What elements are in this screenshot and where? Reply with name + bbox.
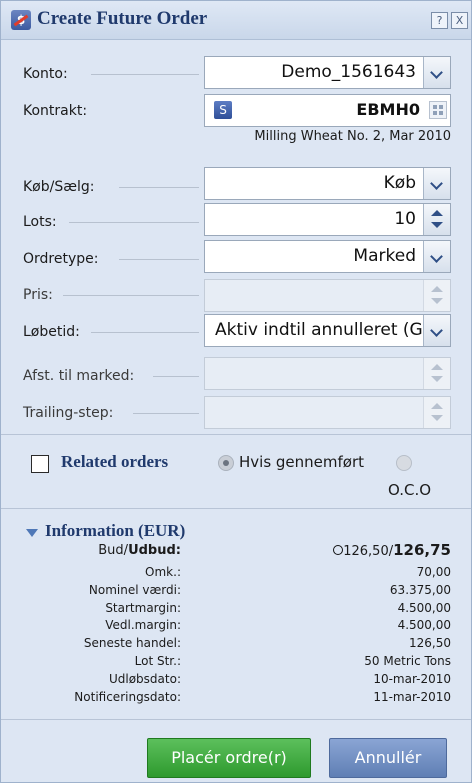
leader-line — [91, 74, 199, 75]
kontrakt-field[interactable]: S EBMH0 — [204, 94, 451, 127]
konto-label: Konto: — [23, 66, 68, 82]
leader-line — [119, 187, 199, 188]
afst-til-marked-spinner — [423, 358, 450, 389]
window-title: Create Future Order — [37, 8, 208, 29]
kontrakt-label: Kontrakt: — [23, 103, 88, 119]
info-label: Nominel værdi: — [88, 583, 181, 597]
kob-saelg-value: Køb — [383, 173, 416, 193]
cancel-button[interactable]: Annullér — [329, 738, 447, 778]
pris-label: Pris: — [23, 287, 53, 303]
ordretype-value: Marked — [353, 246, 416, 266]
clock-icon — [333, 545, 344, 555]
leader-line — [91, 332, 199, 333]
info-value: 70,00 — [416, 565, 451, 579]
contract-type-badge: S — [214, 101, 232, 119]
leader-line — [69, 222, 199, 223]
section-divider — [1, 719, 471, 720]
info-value: 4.500,00 — [397, 601, 451, 615]
oco-label[interactable]: O.C.O — [388, 481, 431, 499]
title-bar[interactable]: $ Create Future Order ? X — [1, 1, 471, 40]
create-future-order-window: $ Create Future Order ? X Konto: Demo_15… — [0, 0, 472, 783]
trailing-step-spinner — [423, 397, 450, 428]
info-label: Lot Str.: — [134, 654, 181, 668]
pris-spinner — [423, 280, 450, 311]
ask-value: 126,75 — [393, 541, 451, 559]
related-orders-label[interactable]: Related orders — [61, 452, 168, 472]
trailing-step-label: Trailing-step: — [23, 405, 114, 421]
chevron-down-icon[interactable] — [423, 315, 450, 346]
lots-spinner[interactable] — [423, 204, 450, 235]
section-divider — [1, 508, 471, 509]
leader-line — [133, 413, 199, 414]
lots-label: Lots: — [23, 214, 57, 230]
info-value: 126,50 — [409, 636, 451, 650]
close-button[interactable]: X — [451, 12, 468, 29]
ordretype-select[interactable]: Marked — [204, 240, 451, 273]
trailing-step-stepper — [204, 396, 451, 429]
info-label: Omk.: — [145, 565, 181, 579]
chevron-down-icon[interactable] — [423, 168, 450, 199]
bid-label: Bud/ — [98, 543, 129, 558]
information-title[interactable]: Information (EUR) — [45, 521, 185, 541]
afst-til-marked-stepper — [204, 357, 451, 390]
info-label: Startmargin: — [105, 601, 181, 615]
contract-symbol: EBMH0 — [356, 100, 420, 119]
info-value: 63.375,00 — [389, 583, 451, 597]
info-value: 10-mar-2010 — [373, 672, 451, 686]
pris-stepper — [204, 279, 451, 312]
bid-value: 126,50/ — [343, 544, 394, 559]
collapse-arrow-icon[interactable] — [26, 529, 38, 537]
bid-ask-label: Bud/Udbud: — [98, 543, 181, 558]
info-label: Notificeringsdato: — [74, 690, 181, 704]
contract-description: Milling Wheat No. 2, Mar 2010 — [254, 129, 451, 144]
lots-value: 10 — [394, 209, 416, 229]
section-divider — [1, 434, 471, 435]
info-label: Seneste handel: — [83, 636, 181, 650]
contract-lookup-icon[interactable] — [429, 101, 447, 119]
lobetid-label: Løbetid: — [23, 324, 80, 340]
order-icon: $ — [11, 10, 31, 30]
kob-saelg-label: Køb/Sælg: — [23, 179, 95, 195]
help-button[interactable]: ? — [431, 12, 448, 29]
oco-radio[interactable] — [396, 455, 412, 471]
leader-line — [63, 295, 199, 296]
bid-ask-value: 126,50/126,75 — [333, 541, 451, 559]
info-value: 50 Metric Tons — [364, 654, 451, 668]
leader-line — [119, 259, 199, 260]
konto-value: Demo_1561643 — [281, 62, 416, 82]
lobetid-select[interactable]: Aktiv indtil annulleret (G — [204, 314, 451, 347]
related-orders-checkbox[interactable] — [31, 455, 49, 473]
afst-til-marked-label: Afst. til marked: — [23, 368, 135, 384]
lots-stepper[interactable]: 10 — [204, 203, 451, 236]
lobetid-value: Aktiv indtil annulleret (G — [215, 320, 423, 340]
kob-saelg-select[interactable]: Køb — [204, 167, 451, 200]
info-label: Udløbsdato: — [108, 672, 181, 686]
info-value: 11-mar-2010 — [373, 690, 451, 704]
ordretype-label: Ordretype: — [23, 251, 99, 267]
leader-line — [153, 376, 199, 377]
place-order-button[interactable]: Placér ordre(r) — [147, 738, 311, 778]
info-label: Vedl.margin: — [105, 618, 181, 632]
konto-select[interactable]: Demo_1561643 — [204, 56, 451, 89]
hvis-gennemfort-label[interactable]: Hvis gennemført — [239, 453, 364, 471]
info-value: 4.500,00 — [397, 618, 451, 632]
chevron-down-icon[interactable] — [423, 241, 450, 272]
chevron-down-icon[interactable] — [423, 57, 450, 88]
hvis-gennemfort-radio[interactable] — [218, 455, 234, 471]
ask-label: Udbud: — [128, 543, 181, 558]
